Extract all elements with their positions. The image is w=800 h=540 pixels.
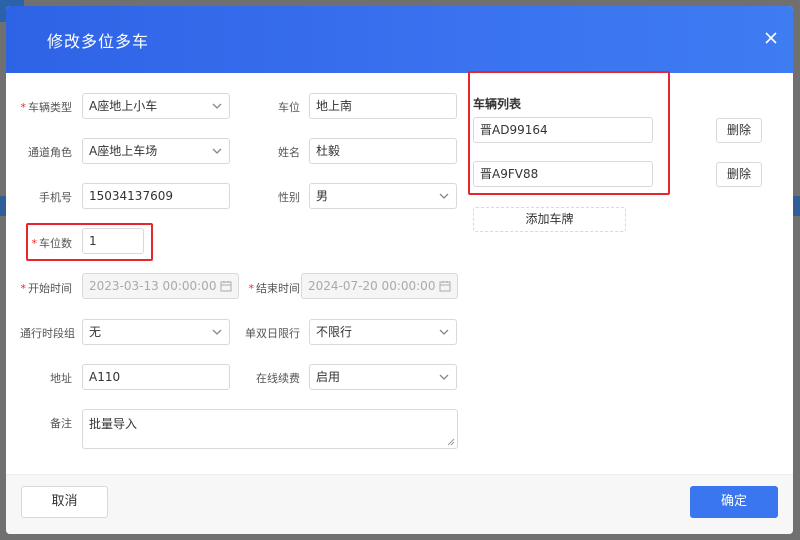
chevron-down-icon bbox=[439, 193, 449, 199]
address-value: A110 bbox=[89, 370, 121, 384]
add-plate-button[interactable]: 添加车牌 bbox=[473, 207, 626, 232]
start-time-value: 2023-03-13 00:00:00 bbox=[89, 279, 217, 293]
calendar-icon bbox=[220, 281, 232, 292]
parking-space-input[interactable]: 地上南 bbox=[309, 93, 457, 119]
phone-input[interactable]: 15034137609 bbox=[82, 183, 230, 209]
plate-value-2: 晋A9FV88 bbox=[480, 167, 539, 181]
pass-period-group-select[interactable]: 无 bbox=[82, 319, 230, 345]
gender-label: 性别 bbox=[278, 191, 300, 204]
address-input[interactable]: A110 bbox=[82, 364, 230, 390]
channel-role-label: 通道角色 bbox=[28, 146, 72, 159]
parking-space-value: 地上南 bbox=[316, 99, 353, 113]
pass-period-group-value: 无 bbox=[89, 325, 102, 339]
background-table-header-right bbox=[792, 196, 800, 216]
address-label: 地址 bbox=[50, 372, 72, 385]
confirm-button[interactable]: 确定 bbox=[690, 486, 778, 518]
name-input[interactable]: 杜毅 bbox=[309, 138, 457, 164]
space-count-value: 1 bbox=[89, 234, 97, 248]
chevron-down-icon bbox=[212, 148, 222, 154]
vehicle-type-value: A座地上小车 bbox=[89, 99, 158, 113]
end-time-value: 2024-07-20 00:00:00 bbox=[308, 279, 436, 293]
remark-textarea[interactable]: 批量导入 bbox=[82, 409, 458, 449]
chevron-down-icon bbox=[212, 103, 222, 109]
gender-select[interactable]: 男 bbox=[309, 183, 457, 209]
delete-plate-button-1[interactable]: 删除 bbox=[716, 118, 762, 143]
phone-value: 15034137609 bbox=[89, 189, 173, 203]
online-renewal-value: 启用 bbox=[316, 370, 341, 384]
parking-space-label: 车位 bbox=[278, 101, 300, 114]
dialog-title: 修改多位多车 bbox=[47, 32, 150, 51]
vehicle-type-label: * 车辆类型 bbox=[20, 101, 73, 114]
gender-value: 男 bbox=[316, 189, 329, 203]
remark-value: 批量导入 bbox=[89, 417, 138, 431]
dialog-footer: 取消 确定 bbox=[6, 474, 793, 534]
pass-period-group-label: 通行时段组 bbox=[20, 327, 75, 340]
odd-even-limit-label: 单双日限行 bbox=[245, 327, 300, 340]
channel-role-select[interactable]: A座地上车场 bbox=[82, 138, 230, 164]
plate-input-2[interactable]: 晋A9FV88 bbox=[473, 161, 653, 187]
vehicle-list-title: 车辆列表 bbox=[473, 97, 522, 111]
start-time-label: * 开始时间 bbox=[20, 282, 73, 295]
online-renewal-label: 在线续费 bbox=[256, 372, 300, 385]
cancel-button[interactable]: 取消 bbox=[21, 486, 108, 518]
name-label: 姓名 bbox=[278, 146, 300, 159]
end-time-label: * 结束时间 bbox=[248, 282, 301, 295]
dialog-header: 修改多位多车 bbox=[6, 6, 793, 73]
space-count-label: * 车位数 bbox=[31, 237, 73, 250]
start-time-input[interactable]: 2023-03-13 00:00:00 bbox=[82, 273, 239, 299]
close-icon bbox=[765, 32, 777, 44]
calendar-icon bbox=[439, 281, 451, 292]
vehicle-type-select[interactable]: A座地上小车 bbox=[82, 93, 230, 119]
remark-label: 备注 bbox=[50, 417, 72, 430]
plate-value-1: 晋AD99164 bbox=[480, 123, 548, 137]
odd-even-limit-select[interactable]: 不限行 bbox=[309, 319, 457, 345]
chevron-down-icon bbox=[212, 329, 222, 335]
name-value: 杜毅 bbox=[316, 144, 341, 158]
phone-label: 手机号 bbox=[39, 191, 72, 204]
channel-role-value: A座地上车场 bbox=[89, 144, 158, 158]
space-count-input[interactable]: 1 bbox=[82, 228, 144, 254]
chevron-down-icon bbox=[439, 374, 449, 380]
odd-even-limit-value: 不限行 bbox=[316, 325, 353, 339]
resize-handle-icon bbox=[447, 438, 455, 446]
online-renewal-select[interactable]: 启用 bbox=[309, 364, 457, 390]
edit-dialog: 修改多位多车 * 车辆类型 A座地上小车 车位 地上南 通道角色 A座地上车场 姓… bbox=[6, 6, 793, 534]
close-button[interactable] bbox=[761, 28, 781, 48]
end-time-input[interactable]: 2024-07-20 00:00:00 bbox=[301, 273, 458, 299]
delete-plate-button-2[interactable]: 删除 bbox=[716, 162, 762, 187]
dialog-body: * 车辆类型 A座地上小车 车位 地上南 通道角色 A座地上车场 姓名 杜毅 手机… bbox=[6, 71, 793, 473]
plate-input-1[interactable]: 晋AD99164 bbox=[473, 117, 653, 143]
chevron-down-icon bbox=[439, 329, 449, 335]
